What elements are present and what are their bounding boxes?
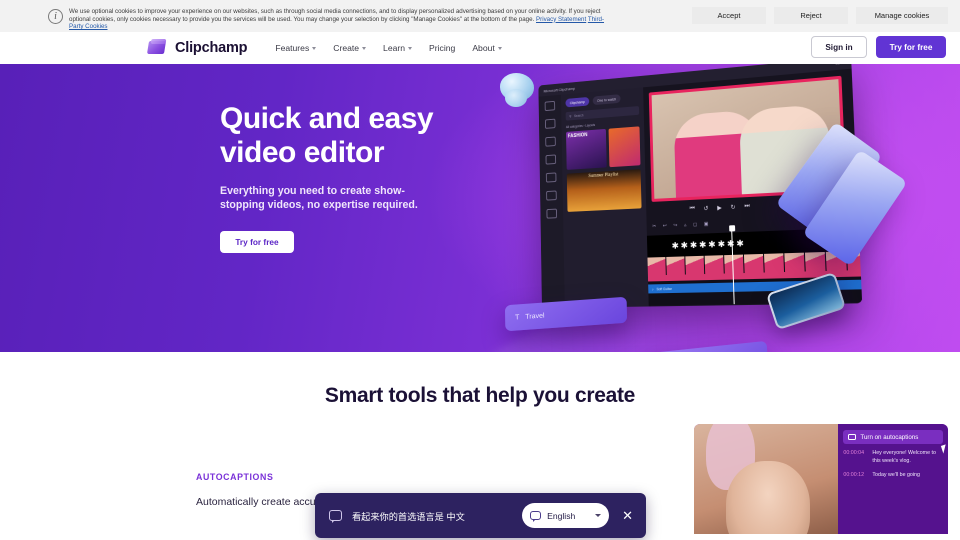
brand-kit-icon — [546, 208, 558, 219]
hero-title-line-2: video editor — [220, 135, 385, 169]
turn-on-autocaptions-button[interactable]: Turn on autocaptions — [843, 430, 948, 454]
hero-title: Quick and easy video editor — [220, 102, 520, 170]
chevron-down-icon — [312, 47, 317, 50]
nav-links: Features Create Learn Pricing About — [275, 43, 502, 53]
nav-item-features[interactable]: Features — [275, 43, 317, 53]
close-language-banner-button[interactable]: ✕ — [619, 509, 636, 522]
undo-icon: ↩ — [662, 223, 667, 230]
sign-in-button[interactable]: Sign in — [811, 36, 867, 58]
cookie-consent-text: We use optional cookies to improve your … — [69, 4, 614, 31]
reject-cookies-button[interactable]: Reject — [774, 7, 848, 24]
language-selector-dropdown[interactable]: English — [522, 503, 610, 528]
library-icon — [545, 154, 557, 165]
nav-item-about-label: About — [472, 43, 495, 53]
chevron-down-icon — [408, 47, 413, 50]
caption-text: Hey everyone! Welcome to this week's vlo… — [872, 450, 936, 464]
hero-try-for-free-button[interactable]: Try for free — [220, 231, 294, 253]
nav-item-features-label: Features — [275, 43, 310, 53]
caption-row: 00:00:04 Hey everyone! Welcome to this w… — [843, 450, 943, 466]
skip-back-icon: ⏮ — [689, 205, 695, 213]
privacy-statement-link[interactable]: Privacy Statement — [536, 16, 586, 23]
caption-row: 00:00:12 Today we'll be going — [843, 472, 943, 480]
hero-subtitle: Everything you need to create show-stopp… — [220, 184, 418, 212]
mockup-tab-clipchamp: Clipchamp — [565, 96, 590, 108]
hero-title-line-1: Quick and easy — [220, 102, 434, 135]
search-icon: ⚲ — [569, 114, 572, 118]
nav-actions: Sign in Try for free — [811, 36, 946, 58]
mockup-toolbar: ✂ ↩ ↪ ▵ ◻ ▣ — [652, 221, 708, 229]
subject-face — [725, 461, 810, 534]
main-navigation-bar: Clipchamp Features Create Learn Pricing … — [0, 32, 960, 64]
duplicate-icon: ▣ — [703, 221, 709, 228]
chevron-down-icon — [497, 47, 502, 50]
window-controls-icon: □ ✕ — [836, 64, 845, 67]
hamburger-icon — [544, 100, 556, 112]
language-preference-banner: 看起来你的首选语言是 中文 English ✕ — [315, 493, 646, 538]
chevron-down-icon — [595, 514, 602, 517]
cookie-actions: Accept Reject Manage cookies — [692, 7, 948, 24]
brand-name: Clipchamp — [175, 40, 248, 56]
caption-timestamp: 00:00:04 — [843, 450, 865, 456]
clipchamp-logo-icon — [146, 39, 168, 57]
feature-eyebrow: AUTOCAPTIONS — [196, 472, 274, 482]
language-banner-message: 看起来你的首选语言是 中文 — [352, 511, 465, 522]
cut-icon: ✂ — [652, 223, 657, 230]
mockup-template-fashion: FASHION — [566, 128, 607, 170]
speech-bubble-icon — [530, 511, 542, 522]
media-icon — [544, 118, 556, 129]
redo-icon: ↪ — [673, 222, 678, 229]
mockup-playback-controls: ⏮ ↺ ▶ ↻ ⏭ — [690, 203, 750, 213]
nav-item-learn-label: Learn — [383, 43, 406, 53]
text-icon — [546, 190, 557, 201]
mockup-template-panel: Clipchamp One to watch ⚲ Search All cate… — [560, 87, 649, 308]
autocaptions-panel: Turn on autocaptions 00:00:04 Hey everyo… — [838, 424, 948, 534]
speech-bubble-icon — [329, 510, 342, 523]
cookie-consent-banner: i We use optional cookies to improve you… — [0, 0, 960, 32]
nav-item-create-label: Create — [333, 43, 360, 53]
rewind-icon: ↺ — [703, 206, 709, 213]
music-note-icon: ♪ — [651, 286, 654, 291]
hero-copy-block: Quick and easy video editor Everything y… — [220, 102, 520, 253]
nav-item-pricing[interactable]: Pricing — [429, 43, 455, 53]
autocaptions-preview-card: Turn on autocaptions 00:00:04 Hey everyo… — [694, 424, 948, 534]
mockup-template-thumbnail — [608, 126, 641, 168]
mockup-template-summer: Summer Playlist — [566, 169, 642, 212]
closed-caption-icon — [848, 434, 857, 440]
mockup-tab-one-to-watch: One to watch — [592, 94, 621, 106]
nav-item-create[interactable]: Create — [333, 43, 367, 53]
cookie-consent-body: We use optional cookies to improve your … — [69, 8, 601, 23]
clipchamp-logo[interactable]: Clipchamp — [146, 39, 248, 57]
try-for-free-nav-button[interactable]: Try for free — [876, 36, 946, 58]
mockup-search-placeholder: Search — [573, 113, 584, 118]
timeline-audio-label: Soft Guitar — [656, 286, 672, 291]
turn-on-autocaptions-label: Turn on autocaptions — [860, 433, 919, 441]
caption-timestamp: 00:00:12 — [843, 471, 865, 478]
mockup-search-field: ⚲ Search — [565, 106, 640, 121]
chevron-down-icon — [362, 47, 367, 50]
nav-item-about[interactable]: About — [472, 43, 502, 53]
hero-section: Microsoft Clipchamp □ ✕ Clipchamp One t — [0, 64, 960, 352]
section-heading: Smart tools that help you create — [324, 384, 636, 407]
play-icon: ▶ — [717, 205, 722, 212]
nav-item-pricing-label: Pricing — [429, 43, 456, 53]
travel-card-label: Travel — [525, 311, 545, 321]
skip-forward-icon: ⏭ — [744, 203, 750, 210]
autocaptions-video-thumbnail — [694, 424, 839, 534]
mockup-app-title: Microsoft Clipchamp — [543, 85, 576, 93]
delete-icon: ◻ — [693, 221, 698, 228]
split-icon: ▵ — [683, 222, 687, 229]
accept-cookies-button[interactable]: Accept — [692, 7, 766, 24]
record-icon — [545, 136, 556, 147]
manage-cookies-button[interactable]: Manage cookies — [856, 7, 948, 24]
cursor-pointer-icon — [940, 444, 948, 454]
caption-text: Today we'll be going — [872, 471, 920, 478]
info-icon: i — [48, 9, 63, 24]
nav-item-learn[interactable]: Learn — [383, 43, 413, 53]
selected-language-label: English — [547, 510, 576, 521]
text-tool-icon: T — [515, 313, 520, 322]
forward-icon: ↻ — [730, 204, 736, 212]
transitions-icon — [545, 172, 557, 183]
